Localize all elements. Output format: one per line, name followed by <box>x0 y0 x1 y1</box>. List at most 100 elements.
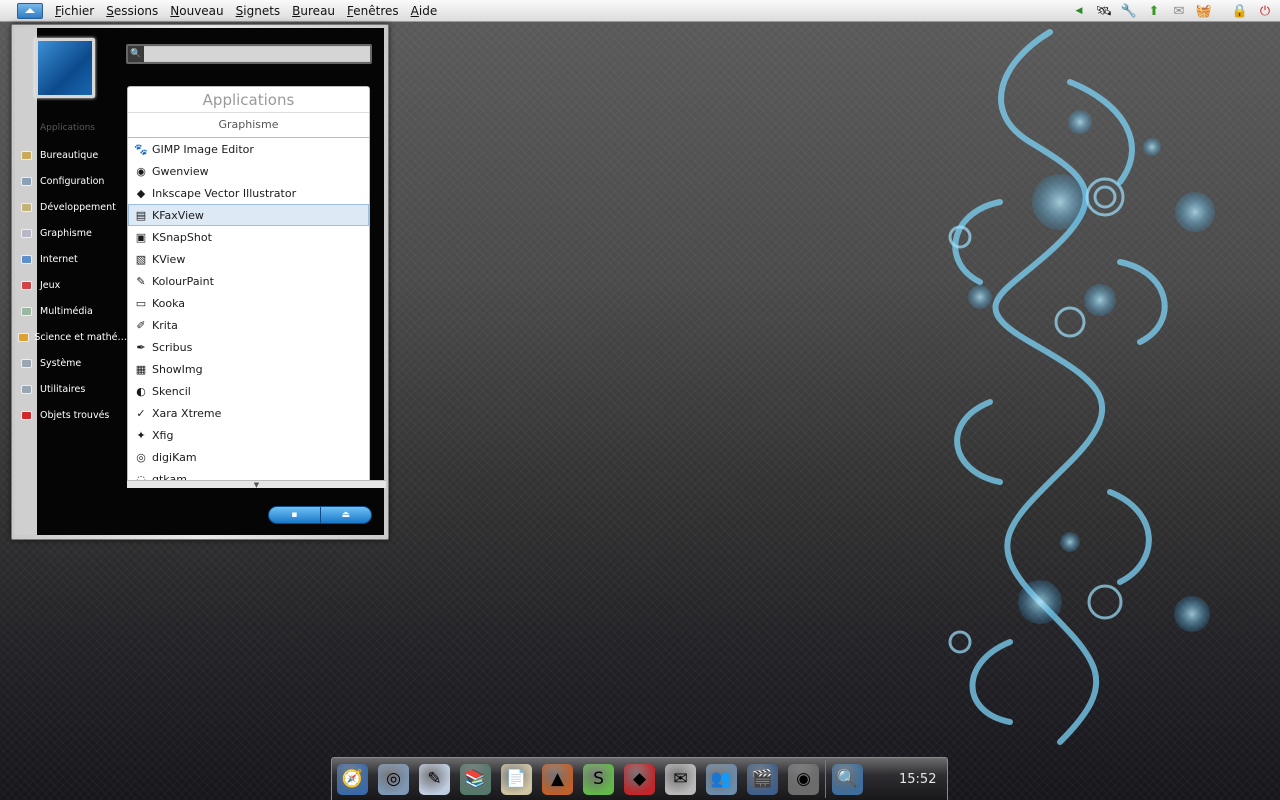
menu-sessions[interactable]: Sessions <box>106 4 158 18</box>
session-buttons: ▪ ⏏ <box>268 506 372 524</box>
ksnapshot-icon: ▣ <box>135 230 147 244</box>
xara-icon: ✓ <box>136 406 146 420</box>
network-icon[interactable]: 🛰 <box>1093 2 1115 20</box>
logout-icon[interactable]: ⏻ <box>1254 2 1276 20</box>
app-item-krita[interactable]: ✐ Krita <box>128 314 369 336</box>
category-label: Bureautique <box>40 149 99 161</box>
contacts-icon[interactable]: 👥 <box>706 763 737 795</box>
app-item-xara[interactable]: ✓ Xara Xtreme <box>128 402 369 424</box>
kmenu-button[interactable] <box>17 2 43 19</box>
krita-icon: ✐ <box>136 318 146 332</box>
app-label: KFaxView <box>152 208 204 222</box>
menu-signets[interactable]: Signets <box>236 4 281 18</box>
app-item-ksnapshot[interactable]: ▣ KSnapShot <box>128 226 369 248</box>
app-item-skencil[interactable]: ◐ Skencil <box>128 380 369 402</box>
menu-aide[interactable]: Aide <box>411 4 438 18</box>
category-graphics[interactable]: Graphisme <box>15 220 127 246</box>
app-item-kview[interactable]: ▧ KView <box>128 248 369 270</box>
category-config[interactable]: Configuration <box>15 168 127 194</box>
scroll-down-arrow[interactable]: ▼ <box>127 480 386 489</box>
app-label: KSnapShot <box>152 230 212 244</box>
apps-header-category: Graphisme <box>218 118 279 131</box>
basket-icon[interactable]: 🧺 <box>1193 2 1215 20</box>
category-office[interactable]: Bureautique <box>15 142 127 168</box>
browser-icon[interactable]: 🧭 <box>337 763 368 795</box>
eject-button[interactable]: ⏏ <box>319 507 372 523</box>
menu-nouveau[interactable]: Nouveau <box>170 4 223 18</box>
skype-icon[interactable]: S <box>583 763 614 795</box>
app-item-digikam[interactable]: ◎ digiKam <box>128 446 369 468</box>
category-system[interactable]: Système <box>15 350 127 376</box>
games-icon <box>15 280 37 290</box>
lock-icon[interactable]: 🔒 <box>1229 2 1251 20</box>
kfaxview-icon: ▤ <box>135 208 147 222</box>
utilities-icon <box>15 384 37 394</box>
app-item-kfaxview[interactable]: ▤ KFaxView <box>128 204 369 226</box>
app-item-inkscape[interactable]: ◆ Inkscape Vector Illustrator <box>128 182 369 204</box>
package-icon[interactable]: ⬆ <box>1143 2 1165 20</box>
category-utilities[interactable]: Utilitaires <box>15 376 127 402</box>
document-icon[interactable]: 📄 <box>501 763 532 795</box>
category-lost-found[interactable]: Objets trouvés <box>15 402 127 428</box>
search-input[interactable] <box>144 47 370 61</box>
left-arrow-icon[interactable]: ◀ <box>1068 2 1090 20</box>
video-icon[interactable]: 🎬 <box>747 763 778 795</box>
app-label: Kooka <box>152 296 186 310</box>
mail-icon[interactable]: ✉ <box>1168 2 1190 20</box>
app-item-gtkam[interactable]: ◌ gtkam <box>128 468 369 481</box>
launcher-body: 🔍 Applications Bureautique Configuration D… <box>15 28 386 535</box>
app-label: ShowImg <box>152 362 203 376</box>
category-label: Configuration <box>40 175 105 187</box>
books-icon[interactable]: 📚 <box>460 763 491 795</box>
search-box[interactable]: 🔍 <box>126 44 372 64</box>
wallpaper-swirl <box>948 29 1215 745</box>
app-item-showimg[interactable]: ▦ ShowImg <box>128 358 369 380</box>
multimedia-icon <box>15 306 37 316</box>
category-label: Système <box>40 357 82 369</box>
mail-icon[interactable]: ✉ <box>665 763 696 795</box>
categories-title: Applications <box>40 123 95 133</box>
category-science[interactable]: Science et mathé… <box>15 324 127 350</box>
player-icon[interactable]: ◉ <box>788 763 819 795</box>
clock[interactable]: 15:52 <box>899 772 936 787</box>
app-label: Gwenview <box>152 164 209 178</box>
lost-found-icon <box>15 410 37 420</box>
app-item-kooka[interactable]: ▭ Kooka <box>128 292 369 314</box>
category-internet[interactable]: Internet <box>15 246 127 272</box>
system-tray: ◀ 🛰 🔧 ⬆ ✉ 🧺 🔒 ⏻ <box>1065 0 1280 22</box>
category-label: Internet <box>40 253 78 265</box>
category-list: Bureautique Configuration Développement Gra… <box>15 142 127 428</box>
development-icon <box>15 202 37 212</box>
app-item-gwenview[interactable]: ◉ Gwenview <box>128 160 369 182</box>
tools-icon[interactable]: 🔧 <box>1118 2 1140 20</box>
category-multimedia[interactable]: Multimédia <box>15 298 127 324</box>
menu-bureau[interactable]: Bureau <box>292 4 335 18</box>
ruby-icon[interactable]: ◆ <box>624 763 655 795</box>
category-development[interactable]: Développement <box>15 194 127 220</box>
config-icon <box>15 176 37 186</box>
app-label: Krita <box>152 318 178 332</box>
menu-fenetres[interactable]: Fenêtres <box>347 4 399 18</box>
app-label: Inkscape Vector Illustrator <box>152 186 297 200</box>
app-list: 🐾 GIMP Image Editor ◉ Gwenview ◆ Inkscape Vec… <box>127 138 370 480</box>
gtkam-icon: ◌ <box>136 472 146 481</box>
menu-fichier[interactable]: Fichier <box>55 4 94 18</box>
development-icon-glyph <box>20 202 32 212</box>
app-item-kolourpaint[interactable]: ✎ KolourPaint <box>128 270 369 292</box>
scribus-icon: ✒ <box>136 340 146 354</box>
save-session-button[interactable]: ▪ <box>269 507 320 523</box>
category-games[interactable]: Jeux <box>15 272 127 298</box>
search-app-icon[interactable]: 🔍 <box>832 763 863 795</box>
chart-icon[interactable]: ▲ <box>542 763 573 795</box>
launcher-logo <box>35 38 95 98</box>
app-item-scribus[interactable]: ✒ Scribus <box>128 336 369 358</box>
media-icon[interactable]: ◎ <box>378 763 409 795</box>
app-label: GIMP Image Editor <box>152 142 254 156</box>
app-item-gimp[interactable]: 🐾 GIMP Image Editor <box>128 138 369 160</box>
kooka-icon: ▭ <box>135 296 147 310</box>
app-item-xfig[interactable]: ✦ Xfig <box>128 424 369 446</box>
editor-icon[interactable]: ✎ <box>419 763 450 795</box>
app-label: gtkam <box>152 472 187 481</box>
games-icon-glyph <box>20 280 32 290</box>
graphics-icon <box>15 228 37 238</box>
